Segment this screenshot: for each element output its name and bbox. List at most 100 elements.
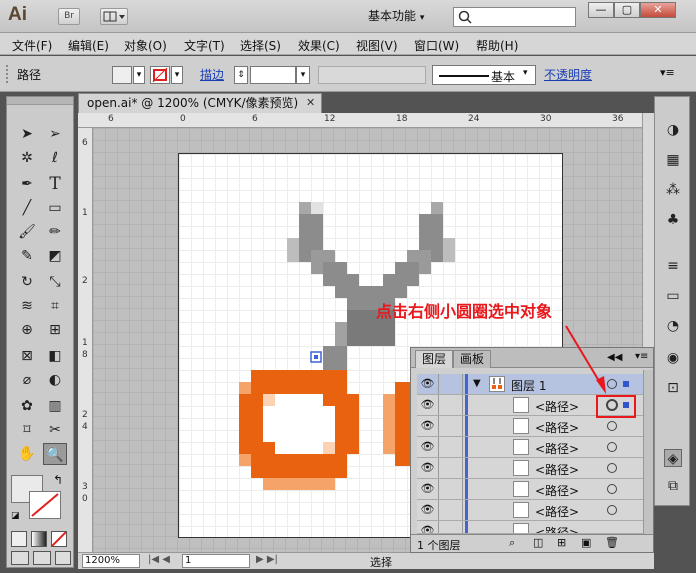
lock-toggle[interactable]	[439, 479, 463, 499]
locate-object-icon[interactable]: ⌕	[509, 536, 515, 550]
menu-file[interactable]: 文件(F)	[12, 37, 52, 54]
magic-wand-icon[interactable]: ✲	[15, 147, 39, 169]
lock-toggle[interactable]	[439, 521, 463, 533]
eraser-icon[interactable]: ◩	[43, 245, 67, 267]
visibility-icon[interactable]: 👁	[417, 374, 439, 394]
maximize-button[interactable]: ▢	[614, 2, 640, 18]
symbol-sprayer-icon[interactable]: ✿	[15, 395, 39, 417]
visibility-icon[interactable]: 👁	[417, 395, 439, 415]
opacity-link[interactable]: 不透明度	[544, 66, 592, 83]
draw-normal-icon[interactable]	[11, 551, 29, 565]
tools-panel-header[interactable]	[7, 97, 73, 105]
rectangle-icon[interactable]: ▭	[43, 197, 67, 219]
visibility-icon[interactable]: 👁	[417, 521, 439, 533]
menu-window[interactable]: 窗口(W)	[414, 37, 459, 54]
slice-icon[interactable]: ✂	[43, 419, 67, 441]
path-row[interactable]: 👁 <路径>	[417, 437, 643, 458]
brush-icon[interactable]: 🖌	[15, 221, 39, 243]
color-mode-icon[interactable]	[11, 531, 27, 547]
help-search-input[interactable]	[453, 7, 576, 27]
eyedropper-icon[interactable]: ⌀	[15, 369, 39, 391]
lock-toggle[interactable]	[439, 458, 463, 478]
stroke-weight-stepper[interactable]: ⇕	[234, 66, 248, 84]
stroke-swatch[interactable]	[150, 66, 170, 84]
brushes-panel-icon[interactable]: ⁂	[664, 181, 682, 199]
minimize-button[interactable]: —	[588, 2, 614, 18]
visibility-icon[interactable]: 👁	[417, 479, 439, 499]
visibility-icon[interactable]: 👁	[417, 437, 439, 457]
lock-toggle[interactable]	[439, 416, 463, 436]
expand-triangle-icon[interactable]: ▼	[473, 378, 481, 389]
lock-toggle[interactable]	[439, 437, 463, 457]
arrange-documents-button[interactable]	[100, 8, 128, 25]
lock-toggle[interactable]	[439, 374, 463, 394]
stroke-weight-dropdown[interactable]: ▾	[296, 66, 310, 84]
gradient-icon[interactable]: ◧	[43, 345, 67, 367]
make-clipping-mask-icon[interactable]: ◫	[533, 536, 543, 549]
perspective-icon[interactable]: ⊞	[43, 319, 67, 341]
bridge-button[interactable]: Br	[58, 8, 80, 25]
menu-help[interactable]: 帮助(H)	[476, 37, 518, 54]
panel-menu-icon[interactable]: ▾≡	[660, 66, 675, 79]
path-row[interactable]: 👁 <路径>	[417, 416, 643, 437]
menu-type[interactable]: 文字(T)	[184, 37, 225, 54]
panel-menu-icon[interactable]: ▾≡	[635, 351, 648, 362]
menu-select[interactable]: 选择(S)	[240, 37, 281, 54]
gradient-panel-icon[interactable]: ▭	[664, 287, 682, 305]
default-colors-icon[interactable]: ◪	[11, 511, 20, 521]
first-artboard-icon[interactable]: |◀ ◀	[148, 554, 170, 565]
path-target-circle[interactable]	[607, 442, 617, 452]
path-row[interactable]: 👁 <路径>	[417, 521, 643, 534]
screen-mode-icon[interactable]	[55, 551, 71, 565]
visibility-icon[interactable]: 👁	[417, 416, 439, 436]
zoom-level-field[interactable]: 1200%	[82, 554, 140, 568]
stroke-color-box[interactable]	[29, 491, 61, 519]
visibility-icon[interactable]: 👁	[417, 500, 439, 520]
fill-swatch[interactable]	[112, 66, 132, 84]
fill-dropdown[interactable]: ▾	[133, 66, 145, 84]
appearance-panel-icon[interactable]: ◉	[664, 349, 682, 367]
tab-artboards[interactable]: 画板	[453, 350, 492, 368]
pencil-icon[interactable]: ✏	[43, 221, 67, 243]
none-mode-icon[interactable]	[51, 531, 67, 547]
draw-behind-icon[interactable]	[33, 551, 51, 565]
menu-edit[interactable]: 编辑(E)	[68, 37, 109, 54]
line-icon[interactable]: ╱	[15, 197, 39, 219]
visibility-icon[interactable]: 👁	[417, 458, 439, 478]
graphic-styles-panel-icon[interactable]: ⊡	[664, 379, 682, 397]
transparency-panel-icon[interactable]: ◔	[664, 317, 682, 335]
scale-icon[interactable]: ⤡	[43, 271, 67, 293]
stroke-dropdown[interactable]: ▾	[171, 66, 183, 84]
layers-panel-icon[interactable]: ◈	[664, 449, 682, 467]
delete-layer-icon[interactable]: 🗑	[605, 536, 619, 549]
lock-toggle[interactable]	[439, 500, 463, 520]
path-target-circle[interactable]	[607, 484, 617, 494]
blend-icon[interactable]: ◐	[43, 369, 67, 391]
brush-definition[interactable]: 基本 ▾	[432, 65, 536, 85]
direct-selection-icon[interactable]: ➢	[43, 123, 67, 145]
horizontal-ruler[interactable]: 6 0 6 12 18 24 30 36	[78, 113, 642, 128]
rotate-icon[interactable]: ↻	[15, 271, 39, 293]
menu-object[interactable]: 对象(O)	[124, 37, 167, 54]
swatches-panel-icon[interactable]: ▦	[664, 151, 682, 169]
layer-selection-square[interactable]	[623, 381, 629, 387]
swap-colors-icon[interactable]: ↰	[53, 473, 63, 487]
new-sublayer-icon[interactable]: ⊞	[557, 536, 566, 549]
menu-effect[interactable]: 效果(C)	[298, 37, 340, 54]
stroke-weight-field[interactable]	[250, 66, 296, 84]
zoom-icon[interactable]: 🔍	[43, 443, 67, 465]
type-icon[interactable]: T	[43, 173, 67, 195]
tab-layers[interactable]: 图层	[415, 350, 454, 368]
path-row[interactable]: 👁 <路径>	[417, 458, 643, 479]
close-document-icon[interactable]: ✕	[306, 96, 315, 109]
stroke-link[interactable]: 描边	[200, 66, 224, 83]
free-transform-icon[interactable]: ⌗	[43, 295, 67, 317]
variable-width-profile[interactable]	[318, 66, 426, 84]
path-target-circle[interactable]	[607, 463, 617, 473]
path-row[interactable]: 👁 <路径>	[417, 479, 643, 500]
lock-toggle[interactable]	[439, 395, 463, 415]
layers-scrollbar[interactable]	[643, 370, 653, 536]
hand-icon[interactable]: ✋	[15, 443, 39, 465]
lasso-icon[interactable]: ℓ	[43, 147, 67, 169]
path-target-circle[interactable]	[607, 505, 617, 515]
